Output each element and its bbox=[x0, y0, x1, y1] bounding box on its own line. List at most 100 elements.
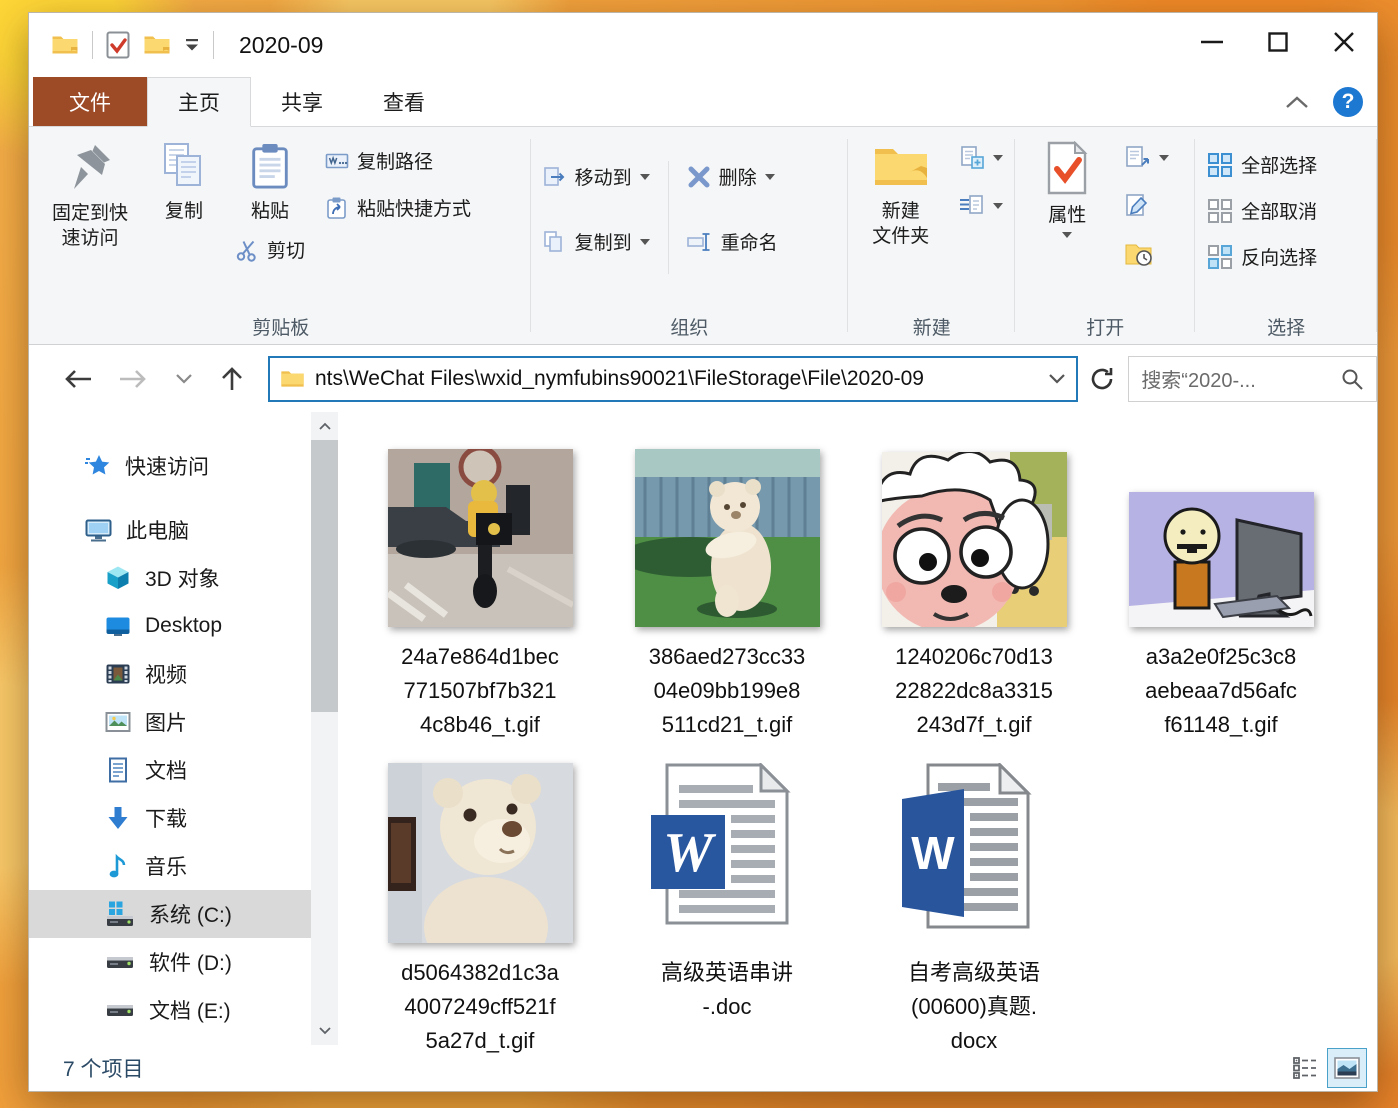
sidebar-label: 下载 bbox=[145, 803, 187, 833]
recent-locations-chevron-icon[interactable] bbox=[175, 373, 193, 385]
new-folder-button[interactable]: 新建 文件夹 bbox=[856, 133, 945, 308]
desktop-wallpaper: { "window": { "title": "2020-09" }, "tab… bbox=[0, 0, 1398, 1108]
up-button[interactable] bbox=[218, 365, 246, 393]
sidebar-item-3d-objects[interactable]: 3D 对象 bbox=[29, 554, 311, 602]
copy-to-icon bbox=[543, 230, 567, 254]
music-note-icon bbox=[105, 853, 131, 879]
scrollbar-up-arrow[interactable] bbox=[311, 412, 338, 440]
sidebar-item-documents[interactable]: 文档 bbox=[29, 746, 311, 794]
sidebar-label: 文档 (E:) bbox=[149, 995, 231, 1025]
file-name[interactable]: 高级英语串讲 -.doc bbox=[661, 956, 793, 1024]
gif-thumbnail-computer-guy bbox=[1129, 492, 1314, 627]
search-box[interactable]: 搜索“2020-... bbox=[1128, 356, 1377, 402]
file-item[interactable]: 386aed273cc33 04e09bb199e8 511cd21_t.gif bbox=[632, 435, 822, 742]
thumbnail-box bbox=[632, 435, 822, 627]
sidebar-item-pictures[interactable]: 图片 bbox=[29, 698, 311, 746]
copy-button[interactable]: 复制 bbox=[141, 133, 227, 308]
tab-home[interactable]: 主页 bbox=[147, 77, 251, 127]
scrollbar-thumb[interactable] bbox=[311, 440, 338, 712]
copy-icon bbox=[160, 141, 208, 191]
details-view-toggle[interactable] bbox=[1285, 1048, 1325, 1088]
pushpin-icon bbox=[66, 141, 114, 193]
properties-button[interactable]: 属性 bbox=[1023, 133, 1111, 308]
pin-to-quick-access-label: 固定到快 速访问 bbox=[52, 201, 128, 251]
tab-view[interactable]: 查看 bbox=[353, 77, 455, 126]
sidebar-item-quick-access[interactable]: 快速访问 bbox=[29, 442, 311, 490]
copy-to-label: 复制到 bbox=[575, 228, 632, 255]
file-item[interactable]: W 高级英语串讲 -.doc bbox=[632, 751, 822, 1058]
scrollbar-down-arrow[interactable] bbox=[311, 1017, 338, 1045]
copy-path-label: 复制路径 bbox=[357, 147, 433, 174]
sidebar-item-music[interactable]: 音乐 bbox=[29, 842, 311, 890]
file-item[interactable]: W 自考高级英语 (00600)真题. docx bbox=[879, 751, 1069, 1058]
properties-shortcut-icon[interactable] bbox=[106, 31, 130, 59]
cut-button[interactable]: 剪切 bbox=[231, 234, 309, 265]
edit-button[interactable] bbox=[1121, 191, 1173, 221]
close-button[interactable] bbox=[1311, 13, 1377, 71]
open-group-content: 属性 bbox=[1023, 133, 1187, 308]
refresh-button[interactable] bbox=[1088, 365, 1116, 393]
paste-shortcut-button[interactable]: 粘贴快捷方式 bbox=[321, 192, 475, 223]
tab-file[interactable]: 文件 bbox=[33, 77, 147, 126]
file-name[interactable]: a3a2e0f25c3c8 aebeaa7d56afc f61148_t.gif bbox=[1145, 640, 1297, 742]
file-name[interactable]: 24a7e864d1bec 771507bf7b321 4c8b46_t.gif bbox=[401, 640, 559, 742]
file-name[interactable]: 1240206c70d13 22822dc8a3315 243d7f_t.gif bbox=[895, 640, 1053, 742]
minimize-ribbon-chevron-icon[interactable] bbox=[1285, 95, 1309, 109]
maximize-button[interactable] bbox=[1245, 13, 1311, 71]
search-input-text[interactable]: 搜索“2020-... bbox=[1141, 364, 1340, 393]
properties-label: 属性 bbox=[1048, 203, 1086, 228]
invert-selection-button[interactable]: 反向选择 bbox=[1203, 241, 1321, 272]
address-path[interactable]: nts\WeChat Files\wxid_nymfubins90021\Fil… bbox=[315, 367, 1038, 391]
sidebar-item-d-drive[interactable]: 软件 (D:) bbox=[29, 938, 311, 986]
new-item-button[interactable] bbox=[955, 143, 1007, 173]
documents-icon bbox=[105, 757, 131, 783]
dropdown-caret-icon bbox=[640, 239, 650, 245]
sidebar-item-desktop[interactable]: Desktop bbox=[29, 602, 311, 650]
minimize-button[interactable] bbox=[1179, 13, 1245, 71]
pin-to-quick-access-button[interactable]: 固定到快 速访问 bbox=[39, 133, 141, 308]
delete-button[interactable]: 删除 bbox=[683, 161, 782, 192]
rename-label: 重命名 bbox=[721, 228, 778, 255]
history-button[interactable] bbox=[1121, 239, 1173, 269]
search-icon[interactable] bbox=[1340, 367, 1364, 391]
easy-access-button[interactable] bbox=[955, 191, 1007, 221]
ribbon-group-select: 全部选择 全部取消 反向选择 选择 bbox=[1195, 129, 1377, 344]
back-button[interactable] bbox=[61, 366, 93, 392]
sidebar-item-videos[interactable]: 视频 bbox=[29, 650, 311, 698]
sidebar-label: 视频 bbox=[145, 659, 187, 689]
address-dropdown-chevron-icon[interactable] bbox=[1048, 373, 1066, 385]
customize-toolbar-dropdown-icon[interactable] bbox=[184, 38, 200, 52]
sidebar-item-e-drive[interactable]: 文档 (E:) bbox=[29, 986, 311, 1034]
help-icon[interactable]: ? bbox=[1333, 87, 1363, 117]
sidebar-scrollbar[interactable] bbox=[311, 412, 338, 1045]
sidebar-label: 软件 (D:) bbox=[149, 947, 232, 977]
address-bar[interactable]: nts\WeChat Files\wxid_nymfubins90021\Fil… bbox=[268, 356, 1078, 402]
sidebar-item-system-c-drive[interactable]: 系统 (C:) bbox=[29, 890, 311, 938]
rename-button[interactable]: 重命名 bbox=[683, 226, 782, 257]
copy-to-button[interactable]: 复制到 bbox=[539, 226, 654, 257]
file-item[interactable]: d5064382d1c3a 4007249cff521f 5a27d_t.gif bbox=[385, 751, 575, 1058]
sidebar-item-this-pc[interactable]: 此电脑 bbox=[29, 506, 311, 554]
file-list: 24a7e864d1bec 771507bf7b321 4c8b46_t.gif bbox=[338, 412, 1377, 1045]
file-item[interactable]: a3a2e0f25c3c8 aebeaa7d56afc f61148_t.gif bbox=[1126, 435, 1316, 742]
open-button[interactable] bbox=[1121, 143, 1173, 173]
select-none-button[interactable]: 全部取消 bbox=[1203, 195, 1321, 226]
file-item[interactable]: 1240206c70d13 22822dc8a3315 243d7f_t.gif bbox=[879, 435, 1069, 742]
sidebar-item-downloads[interactable]: 下载 bbox=[29, 794, 311, 842]
select-all-button[interactable]: 全部选择 bbox=[1203, 149, 1321, 180]
file-name[interactable]: 自考高级英语 (00600)真题. docx bbox=[908, 956, 1040, 1058]
file-name[interactable]: d5064382d1c3a 4007249cff521f 5a27d_t.gif bbox=[401, 956, 559, 1058]
new-folder-icon bbox=[872, 141, 930, 191]
select-all-label: 全部选择 bbox=[1241, 151, 1317, 178]
dropdown-caret-icon bbox=[765, 174, 775, 180]
properties-check-icon bbox=[1044, 141, 1090, 195]
tab-share[interactable]: 共享 bbox=[251, 77, 353, 126]
new-folder-shortcut-icon[interactable] bbox=[143, 32, 171, 58]
large-icons-view-toggle[interactable] bbox=[1327, 1048, 1367, 1088]
file-item[interactable]: 24a7e864d1bec 771507bf7b321 4c8b46_t.gif bbox=[385, 435, 575, 742]
file-name[interactable]: 386aed273cc33 04e09bb199e8 511cd21_t.gif bbox=[649, 640, 806, 742]
forward-button[interactable] bbox=[118, 366, 150, 392]
move-to-button[interactable]: 移动到 bbox=[539, 161, 654, 192]
copy-path-button[interactable]: 复制路径 bbox=[321, 145, 475, 176]
paste-button[interactable]: 粘贴 bbox=[227, 133, 313, 224]
